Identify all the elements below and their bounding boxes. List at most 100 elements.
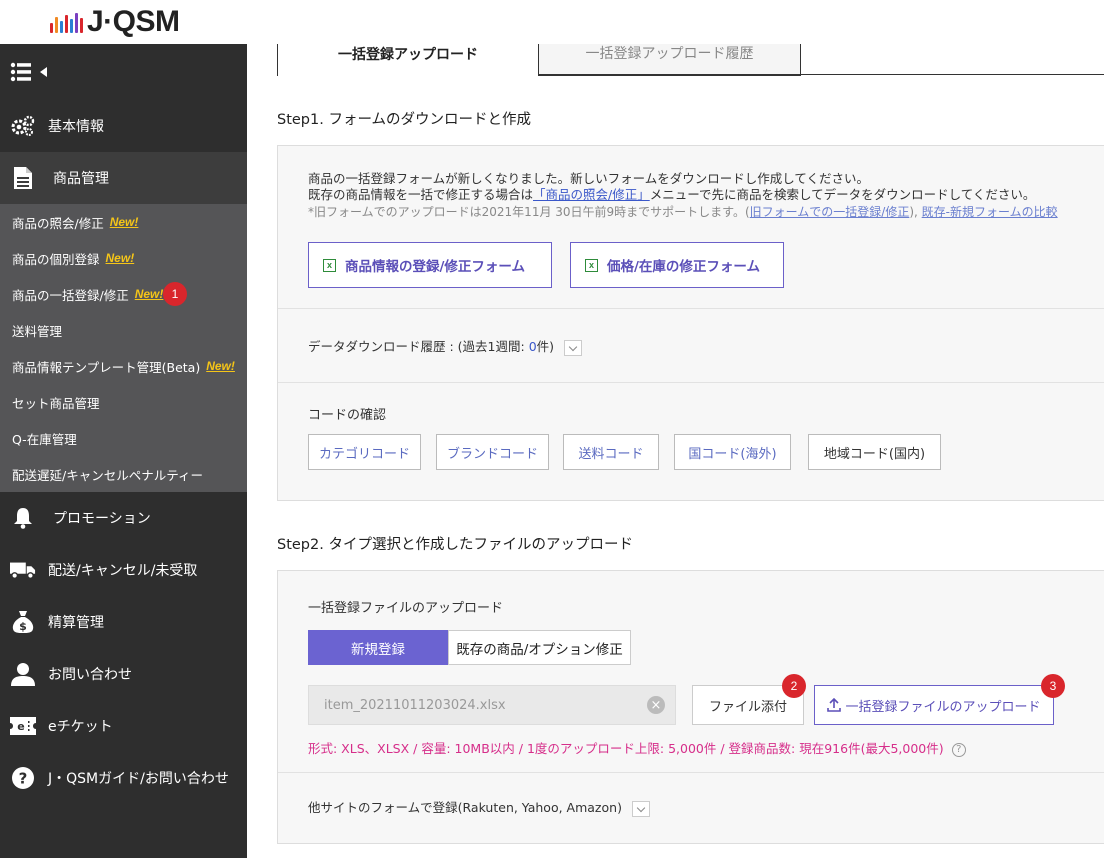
product-search-link[interactable]: 「商品の照会/修正」 xyxy=(533,187,650,202)
step2-panel: 一括登録ファイルのアップロード 新規登録 既存の商品/オプション修正 item_… xyxy=(277,570,1104,844)
step-title-text: . タイプ選択と作成したファイルのアップロード xyxy=(319,537,633,553)
logo-bars-icon xyxy=(50,11,83,33)
tab-label: 一括登録アップロード履歴 xyxy=(585,46,754,62)
top-bar: J·QSM xyxy=(0,0,1104,44)
new-registration-option[interactable]: 新規登録 xyxy=(308,630,448,665)
sidebar-item-product-management[interactable]: 商品管理 xyxy=(0,152,247,204)
sidebar-subitem-delay-penalty[interactable]: 配送遅延/キャンセルペナルティー xyxy=(0,456,247,492)
brand-code-button[interactable]: ブランドコード xyxy=(436,434,549,470)
button-label: ファイル添付 xyxy=(708,699,787,715)
sidebar-subitem-individual-registration[interactable]: 商品の個別登録 New! xyxy=(0,240,247,276)
tab-bulk-upload[interactable]: 一括登録アップロード xyxy=(277,44,539,76)
sidebar-item-promotion[interactable]: プロモーション xyxy=(0,492,247,544)
step1-title: Step1. フォームのダウンロードと作成 xyxy=(277,108,531,129)
main-content: 一括登録アップロード 一括登録アップロード履歴 Step1. フォームのダウンロ… xyxy=(247,44,1104,858)
note-text: ), xyxy=(909,205,922,219)
subitem-label: 商品の照会/修正 xyxy=(12,215,104,231)
excel-icon: x xyxy=(323,258,336,272)
sidebar-item-label: プロモーション xyxy=(53,511,151,527)
sidebar-item-label: お問い合わせ xyxy=(48,667,132,683)
svg-text:$: $ xyxy=(19,620,27,633)
sidebar-subitem-template-management[interactable]: 商品情報テンプレート管理(Beta) New! xyxy=(0,348,247,384)
step-marker-3: 3 xyxy=(1041,674,1065,698)
history-expand-toggle[interactable] xyxy=(564,339,583,356)
category-code-button[interactable]: カテゴリコード xyxy=(308,434,421,470)
button-label: 一括登録ファイルのアップロード xyxy=(845,699,1041,715)
form-compare-link[interactable]: 既存-新規フォームの比較 xyxy=(922,205,1058,219)
jqsm-logo[interactable]: J·QSM xyxy=(50,5,180,39)
selected-file-input[interactable]: item_20211011203024.xlsx × xyxy=(308,685,676,725)
other-site-registration: 他サイトのフォームで登録(Rakuten, Yahoo, Amazon) xyxy=(308,797,650,817)
svg-text:?: ? xyxy=(19,770,28,788)
history-text: 件) xyxy=(536,339,555,354)
question-icon: ? xyxy=(10,765,36,791)
sidebar-item-label: 基本情報 xyxy=(48,119,104,135)
sidebar-item-settlement[interactable]: $ 精算管理 xyxy=(0,596,247,648)
svg-text:e: e xyxy=(17,720,24,733)
step-marker-1: 1 xyxy=(163,282,187,306)
shipping-code-button[interactable]: 送料コード xyxy=(563,434,659,470)
sidebar-item-shipping[interactable]: 配送/キャンセル/未受取 xyxy=(0,544,247,596)
file-name: item_20211011203024.xlsx xyxy=(324,697,506,713)
menu-collapse-icon xyxy=(10,62,47,82)
sidebar: 基本情報 商品管理 商品の照会/修正 New! 商品の個別登録 New! 商品の… xyxy=(0,44,247,858)
sidebar-subitem-shipping-fee[interactable]: 送料管理 xyxy=(0,312,247,348)
modify-existing-option[interactable]: 既存の商品/オプション修正 xyxy=(448,630,631,665)
other-site-expand-toggle[interactable] xyxy=(631,800,650,817)
tab-bar: 一括登録アップロード 一括登録アップロード履歴 xyxy=(277,44,801,76)
ticket-icon: e xyxy=(10,713,36,739)
format-text: 形式: XLS、XLSX / 容量: 10MB以内 / 1度のアップロード上限:… xyxy=(308,741,944,756)
tab-label: 一括登録アップロード xyxy=(338,47,478,63)
info-line-1: 商品の一括登録フォームが新しくなりました。新しいフォームをダウンロードし作成して… xyxy=(308,171,870,186)
step-marker-2: 2 xyxy=(782,674,806,698)
document-icon xyxy=(10,165,36,191)
old-form-note: *旧フォームでのアップロードは2021年11月 30日午前9時までサポートします… xyxy=(308,204,1104,220)
sidebar-item-guide[interactable]: ? J・QSMガイド/お問い合わせ xyxy=(0,752,247,804)
bell-icon xyxy=(10,505,36,531)
old-form-link[interactable]: 旧フォームでの一括登録/修正 xyxy=(750,205,910,219)
price-stock-form-download-button[interactable]: x 価格/在庫の修正フォーム xyxy=(570,242,784,288)
region-code-button[interactable]: 地域コード(国内) xyxy=(808,434,941,470)
subitem-label: セット商品管理 xyxy=(12,395,100,411)
sidebar-item-eticket[interactable]: e eチケット xyxy=(0,700,247,752)
info-line-2: 既存の商品情報を一括で修正する場合は「商品の照会/修正」メニューで先に商品を検索… xyxy=(308,187,1104,203)
step2-title: Step2. タイプ選択と作成したファイルのアップロード xyxy=(277,533,633,554)
sidebar-subitem-bulk-registration[interactable]: 商品の一括登録/修正 New! 1 xyxy=(0,276,247,312)
sidebar-item-inquiry[interactable]: お問い合わせ xyxy=(0,648,247,700)
info-text: 既存の商品情報を一括で修正する場合は xyxy=(308,187,534,202)
step-prefix: Step1 xyxy=(277,112,320,128)
sidebar-item-basic-info[interactable]: 基本情報 xyxy=(0,100,247,152)
new-badge: New! xyxy=(206,359,235,373)
product-form-download-button[interactable]: x 商品情報の登録/修正フォーム xyxy=(308,242,552,288)
country-code-button[interactable]: 国コード(海外) xyxy=(674,434,791,470)
other-site-text: 他サイトのフォームで登録(Rakuten, Yahoo, Amazon) xyxy=(308,800,622,815)
tab-underline xyxy=(539,74,1104,75)
subitem-label: 商品情報テンプレート管理(Beta) xyxy=(12,359,201,375)
new-badge: New! xyxy=(109,215,139,229)
step-title-text: . フォームのダウンロードと作成 xyxy=(319,112,532,128)
tab-bulk-upload-history[interactable]: 一括登録アップロード履歴 xyxy=(539,44,801,76)
sidebar-subitem-product-search[interactable]: 商品の照会/修正 New! xyxy=(0,204,247,240)
sidebar-item-label: J・QSMガイド/お問い合わせ xyxy=(48,771,229,787)
step1-panel: 商品の一括登録フォームが新しくなりました。新しいフォームをダウンロードし作成して… xyxy=(277,145,1104,501)
sidebar-subitem-q-inventory[interactable]: Q-在庫管理 xyxy=(0,420,247,456)
divider xyxy=(278,308,1104,309)
clear-file-icon[interactable]: × xyxy=(647,696,665,714)
subitem-label: 商品の一括登録/修正 xyxy=(12,287,129,303)
bulk-upload-button[interactable]: 一括登録ファイルのアップロード xyxy=(814,685,1054,725)
code-section-title: コードの確認 xyxy=(308,408,387,423)
sidebar-toggle[interactable] xyxy=(0,44,247,100)
gears-icon xyxy=(10,113,36,139)
upload-icon xyxy=(827,698,842,712)
format-info: 形式: XLS、XLSX / 容量: 10MB以内 / 1度のアップロード上限:… xyxy=(308,738,966,757)
subitem-label: 送料管理 xyxy=(12,323,63,339)
new-badge: New! xyxy=(105,251,135,265)
new-badge: New! xyxy=(134,287,164,301)
help-icon[interactable]: ? xyxy=(951,742,966,757)
button-label: 価格/在庫の修正フォーム xyxy=(607,259,761,275)
sidebar-subitem-set-products[interactable]: セット商品管理 xyxy=(0,384,247,420)
logo-text: J·QSM xyxy=(87,5,180,38)
subitem-label: 商品の個別登録 xyxy=(12,251,100,267)
download-history: データダウンロード履歴 : (過去1週間: 0件) xyxy=(308,336,583,356)
sidebar-item-label: eチケット xyxy=(48,719,113,735)
